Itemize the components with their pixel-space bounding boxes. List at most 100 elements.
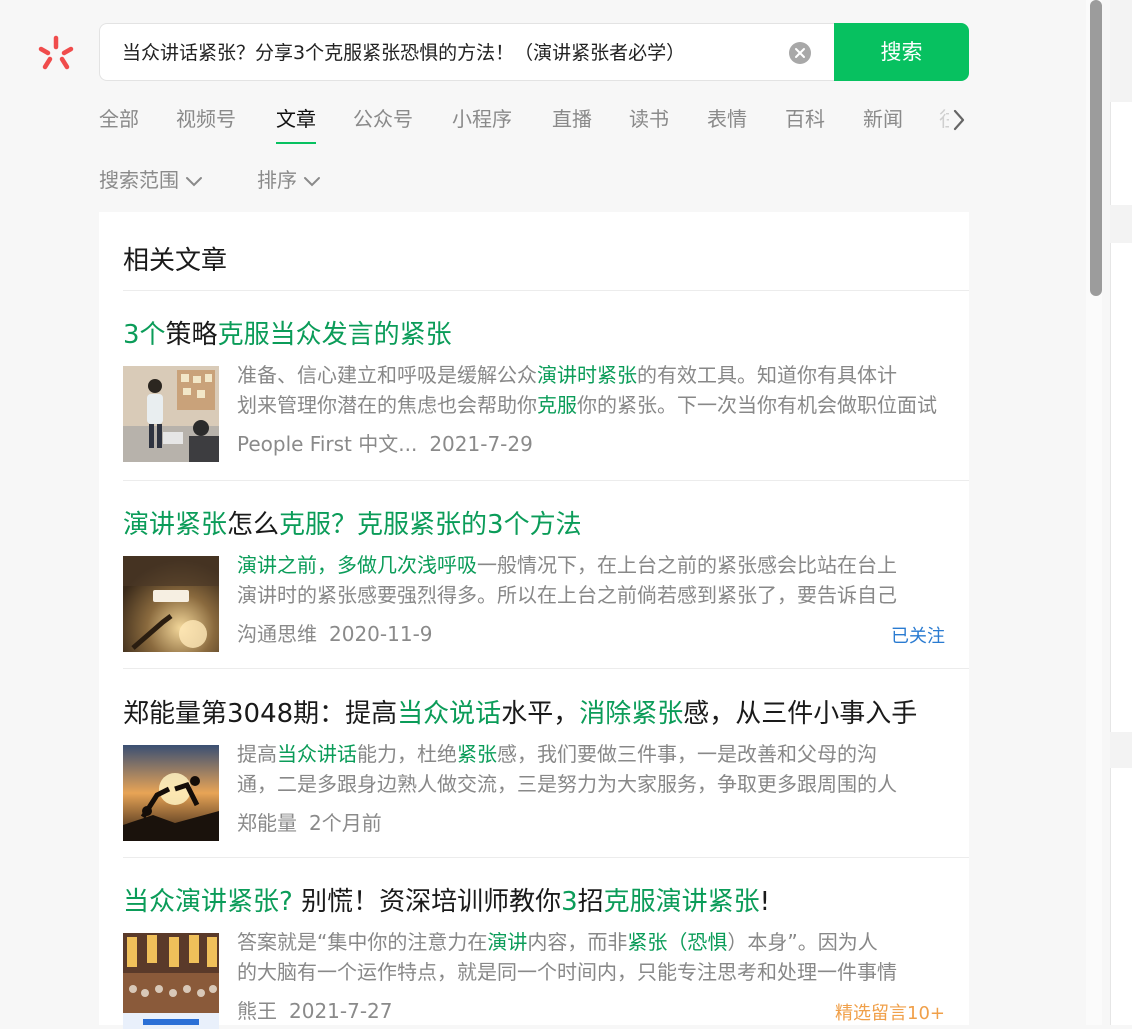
summary-line: 演讲时的紧张感要强烈得多。所以在上台之前倘若感到紧张了，要告诉自己 bbox=[237, 580, 937, 610]
side-pane-band bbox=[1110, 0, 1132, 102]
summary-line: 通，二是多跟身边熟人做交流，三是努力为大家服务，争取更多跟周围的人 bbox=[237, 769, 937, 799]
highlighted-text: 当众演讲紧张? bbox=[123, 887, 293, 917]
text-run: ）本身”。因为人 bbox=[727, 930, 878, 954]
article-summary: 提高当众讲话能力，杜绝紧张感，我们要做三件事，一是改善和父母的沟 通，二是多跟身… bbox=[237, 739, 937, 799]
highlighted-text: 当众说话 bbox=[397, 699, 502, 729]
article-summary: 演讲之前，多做几次浅呼吸一般情况下，在上台之前的紧张感会比站在台上 演讲时的紧张… bbox=[237, 550, 937, 610]
text-run: 招 bbox=[577, 887, 604, 917]
summary-line: 演讲之前，多做几次浅呼吸一般情况下，在上台之前的紧张感会比站在台上 bbox=[237, 550, 937, 580]
tab-overflow-fade: 往 bbox=[939, 103, 949, 133]
text-run: 能力，杜绝 bbox=[357, 742, 457, 766]
article-thumbnail bbox=[123, 366, 219, 462]
article-title[interactable]: 3个策略克服当众发言的紧张 bbox=[123, 314, 452, 351]
text-run: 一般情况下，在上台之前的紧张感会比站在台上 bbox=[477, 553, 897, 577]
divider bbox=[123, 668, 969, 669]
scope-filter[interactable]: 搜索范围 bbox=[99, 164, 203, 193]
article-title[interactable]: 郑能量第3048期：提高当众说话水平，消除紧张感，从三件小事入手 bbox=[123, 693, 917, 730]
divider bbox=[123, 480, 969, 481]
sort-filter-label: 排序 bbox=[257, 168, 297, 192]
search-tabs: 全部 视频号 文章 公众号 小程序 直播 读书 表情 百科 新闻 bbox=[99, 103, 969, 145]
search-query-text: 当众讲话紧张？分享3个克服紧张恐惧的方法！（演讲紧张者必学） bbox=[122, 42, 686, 64]
sort-filter[interactable]: 排序 bbox=[257, 164, 321, 193]
panel-title: 相关文章 bbox=[123, 246, 228, 276]
text-run: 演讲时的紧张感要强烈得多。所以在上台之前倘若感到紧张了，要告诉自己 bbox=[237, 583, 897, 607]
text-run: 准备、信心建立和呼吸是缓解公众 bbox=[237, 363, 537, 387]
summary-line: 提高当众讲话能力，杜绝紧张感，我们要做三件事，一是改善和父母的沟 bbox=[237, 739, 937, 769]
highlighted-text: 紧张（恐惧 bbox=[627, 930, 728, 954]
article-date: 2021-7-29 bbox=[429, 432, 533, 456]
tab-reading[interactable]: 读书 bbox=[629, 103, 669, 132]
divider bbox=[123, 857, 969, 858]
tab-stickers[interactable]: 表情 bbox=[707, 103, 747, 132]
tab-mini-programs[interactable]: 小程序 bbox=[452, 103, 512, 132]
highlighted-text: 克服 bbox=[537, 393, 577, 417]
text-run: 划来管理你潜在的焦虑也会帮助你 bbox=[237, 393, 537, 417]
highlighted-text: 克服？克服紧张的3个方法 bbox=[279, 510, 582, 540]
text-run: 的大脑有一个运作特点，就是同一个时间内，只能专注思考和处理一件事情 bbox=[237, 960, 897, 984]
highlighted-text: 演讲紧张 bbox=[123, 510, 228, 540]
article-meta: People First 中文... 2021-7-29 bbox=[237, 428, 533, 457]
search-input[interactable]: 当众讲话紧张？分享3个克服紧张恐惧的方法！（演讲紧张者必学） bbox=[99, 23, 835, 81]
tab-official-accounts[interactable]: 公众号 bbox=[353, 103, 413, 132]
article-thumbnail bbox=[123, 556, 219, 652]
highlighted-text: 演讲之前，多做几次浅呼吸 bbox=[237, 553, 477, 577]
app-logo-icon bbox=[38, 35, 74, 70]
tab-channels[interactable]: 视频号 bbox=[176, 103, 236, 132]
featured-comments-badge: 精选留言10+ bbox=[835, 1003, 945, 1024]
summary-line: 准备、信心建立和呼吸是缓解公众演讲时紧张的有效工具。知道你有具体计 bbox=[237, 360, 937, 390]
side-pane-band bbox=[1110, 205, 1132, 243]
article-summary: 答案就是“集中你的注意力在演讲内容，而非紧张（恐惧）本身”。因为人 的大脑有一个… bbox=[237, 927, 937, 987]
article-thumbnail bbox=[123, 933, 219, 1029]
article-source[interactable]: 熊王 bbox=[237, 999, 277, 1023]
text-run: 你的紧张。下一次当你有机会做职位面试 bbox=[577, 393, 937, 417]
text-run: 别慌！资深培训师教你 bbox=[292, 887, 562, 917]
article-meta: 郑能量 2个月前 bbox=[237, 807, 382, 836]
text-run: 提高 bbox=[237, 742, 277, 766]
article-title[interactable]: 当众演讲紧张? 别慌！资深培训师教你3招克服演讲紧张! bbox=[123, 881, 770, 918]
article-date: 2个月前 bbox=[309, 811, 382, 835]
text-run: 答案就是“集中你的注意力在 bbox=[237, 930, 488, 954]
article-source[interactable]: 沟通思维 bbox=[237, 622, 317, 646]
tab-all[interactable]: 全部 bbox=[99, 103, 139, 132]
highlighted-text: 克服当众发言的紧张 bbox=[217, 320, 452, 350]
summary-line: 划来管理你潜在的焦虑也会帮助你克服你的紧张。下一次当你有机会做职位面试 bbox=[237, 390, 937, 420]
article-date: 2021-7-27 bbox=[289, 999, 393, 1023]
side-pane bbox=[1110, 0, 1132, 1025]
text-run: 内容，而非 bbox=[527, 930, 628, 954]
article-thumbnail bbox=[123, 745, 219, 841]
article-source[interactable]: People First 中文... bbox=[237, 432, 417, 456]
text-run: 感，我们要做三件事，一是改善和父母的沟 bbox=[497, 742, 877, 766]
tab-encyclopedia[interactable]: 百科 bbox=[785, 103, 825, 132]
highlighted-text: 消除紧张 bbox=[579, 699, 684, 729]
article-summary: 准备、信心建立和呼吸是缓解公众演讲时紧张的有效工具。知道你有具体计 划来管理你潜… bbox=[237, 360, 937, 420]
side-pane-band bbox=[1110, 732, 1132, 768]
text-run: 感，从三件小事入手 bbox=[683, 699, 918, 729]
tab-live[interactable]: 直播 bbox=[552, 103, 592, 132]
tab-news[interactable]: 新闻 bbox=[863, 103, 903, 132]
chevron-down-icon bbox=[186, 176, 202, 186]
tab-articles[interactable]: 文章 bbox=[276, 103, 316, 144]
article-title[interactable]: 演讲紧张怎么克服？克服紧张的3个方法 bbox=[123, 504, 582, 541]
highlighted-text: 演讲时紧张 bbox=[537, 363, 637, 387]
highlighted-text: 3 bbox=[561, 887, 578, 917]
highlighted-text: 紧张 bbox=[457, 742, 497, 766]
highlighted-text: 当众讲话 bbox=[277, 742, 357, 766]
article-meta: 沟通思维 2020-11-9 bbox=[237, 618, 433, 647]
summary-line: 答案就是“集中你的注意力在演讲内容，而非紧张（恐惧）本身”。因为人 bbox=[237, 927, 937, 957]
scrollbar-thumb[interactable] bbox=[1090, 0, 1102, 296]
scope-filter-label: 搜索范围 bbox=[99, 168, 179, 192]
text-run: 怎么 bbox=[227, 510, 280, 540]
clear-icon[interactable] bbox=[789, 42, 811, 64]
highlighted-text: 克服演讲紧张 bbox=[603, 887, 760, 917]
divider bbox=[123, 290, 969, 291]
article-source[interactable]: 郑能量 bbox=[237, 811, 297, 835]
article-meta: 熊王 2021-7-27 bbox=[237, 995, 393, 1024]
chevron-right-icon[interactable] bbox=[952, 108, 966, 132]
highlighted-text: 3个 bbox=[123, 320, 166, 350]
text-run: 郑能量第3048期：提高 bbox=[123, 699, 398, 729]
article-date: 2020-11-9 bbox=[329, 622, 433, 646]
text-run: ! bbox=[759, 887, 771, 917]
search-button[interactable]: 搜索 bbox=[834, 23, 969, 81]
highlighted-text: 演讲 bbox=[487, 930, 528, 954]
results-panel: 相关文章 3个策略克服当众发言的紧张 准备、信心建立和呼吸是缓解公众演讲时紧张的… bbox=[99, 212, 969, 1029]
